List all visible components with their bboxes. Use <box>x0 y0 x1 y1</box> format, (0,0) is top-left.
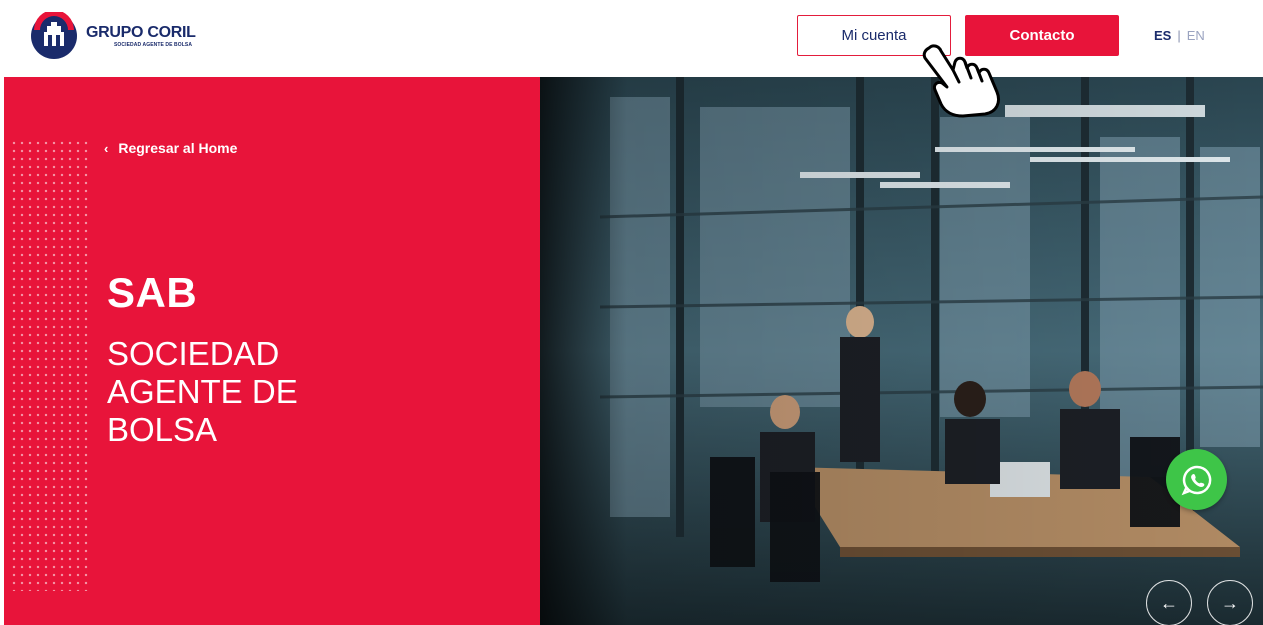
hero-photo <box>540 77 1263 625</box>
carousel-prev-button[interactable]: ← <box>1146 580 1192 625</box>
arrow-right-icon: → <box>1221 592 1239 613</box>
logo-name: GRUPO CORIL <box>86 23 196 41</box>
hero-subtitle-line: BOLSA <box>107 411 218 448</box>
hero-subtitle-line: SOCIEDAD <box>107 335 280 372</box>
arrow-left-icon: ← <box>1160 592 1178 613</box>
back-to-home-link[interactable]: ‹ Regresar al Home <box>104 140 237 156</box>
back-link-label: Regresar al Home <box>118 140 238 156</box>
lang-en-link[interactable]: EN <box>1187 28 1205 43</box>
whatsapp-button[interactable] <box>1166 449 1227 510</box>
carousel-next-button[interactable]: → <box>1207 580 1253 625</box>
dot-pattern <box>10 139 92 591</box>
logo[interactable]: GRUPO CORIL SOCIEDAD AGENTE DE BOLSA <box>30 12 196 60</box>
logo-subtitle: SOCIEDAD AGENTE DE BOLSA <box>114 41 193 48</box>
hero-subtitle-line: AGENTE DE <box>107 373 298 410</box>
hero-red-panel: ‹ Regresar al Home SAB SOCIEDAD AGENTE D… <box>4 77 544 625</box>
lang-es-link[interactable]: ES <box>1154 28 1171 43</box>
lang-separator: | <box>1177 28 1181 43</box>
contact-button[interactable]: Contacto <box>965 15 1119 56</box>
whatsapp-icon <box>1181 465 1211 495</box>
hero-subtitle: SOCIEDAD AGENTE DE BOLSA <box>107 335 407 449</box>
hero-title: SAB <box>107 269 198 316</box>
chevron-left-icon: ‹ <box>104 140 109 156</box>
my-account-button[interactable]: Mi cuenta <box>797 15 951 56</box>
hero-banner: ‹ Regresar al Home SAB SOCIEDAD AGENTE D… <box>4 77 1263 625</box>
site-header: GRUPO CORIL SOCIEDAD AGENTE DE BOLSA Mi … <box>0 0 1263 77</box>
language-switcher: ES | EN <box>1154 28 1205 43</box>
office-meeting-image <box>540 77 1263 625</box>
logo-icon <box>31 12 77 59</box>
